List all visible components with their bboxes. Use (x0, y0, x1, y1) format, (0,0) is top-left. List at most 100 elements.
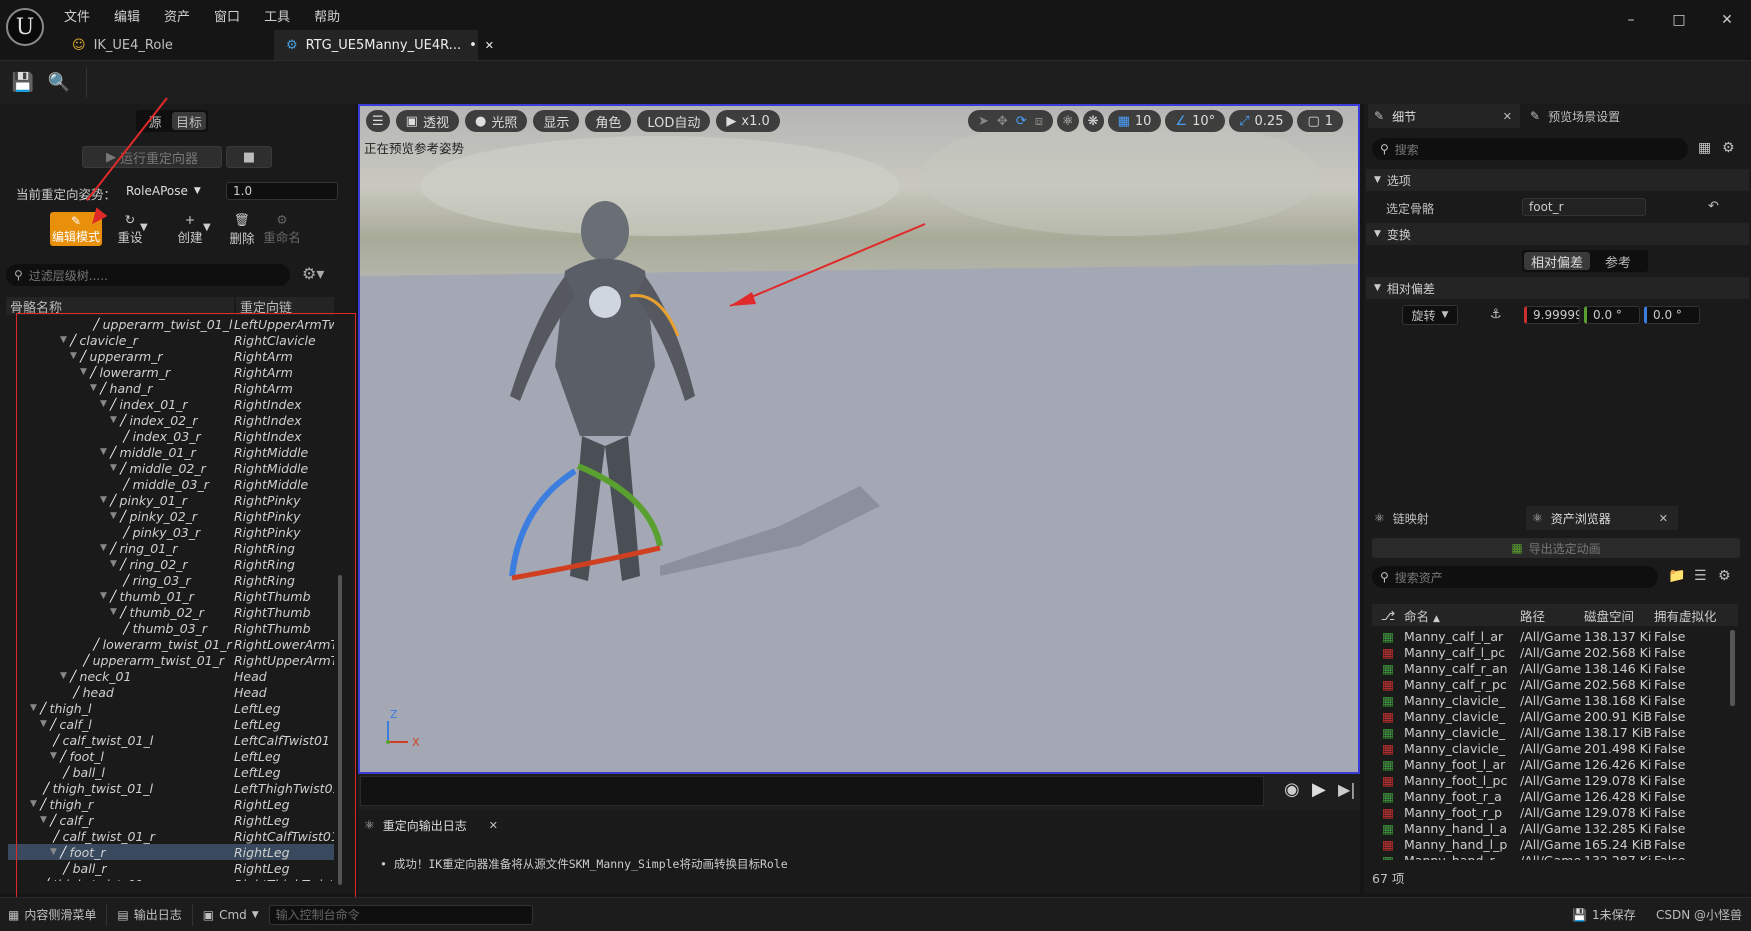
pivot-icon[interactable]: ⚓ (1490, 307, 1502, 322)
tab-retargeter[interactable]: ⚙ RTG_UE5Manny_UE4R... • ✕ (274, 30, 494, 60)
retarget-chain-cell[interactable]: RightPinky (234, 525, 301, 540)
retarget-chain-cell[interactable]: RightCalfTwist01 (234, 829, 334, 844)
show-button[interactable]: 显示 (533, 110, 580, 132)
rotate-icon[interactable]: ⟳ (1016, 114, 1027, 129)
retarget-chain-cell[interactable]: LeftLeg (234, 701, 281, 716)
bone-tree-row[interactable]: ▼ ╱ foot_l LeftLeg (8, 748, 334, 764)
gear-icon[interactable]: ⚙ (1718, 568, 1731, 584)
bone-tree-row[interactable]: ╱ middle_03_r RightMiddle (8, 476, 334, 492)
retarget-chain-cell[interactable]: RightArm (234, 365, 293, 380)
column-retarget-chain[interactable]: 重定向链 (236, 297, 334, 316)
expand-triangle-icon[interactable]: ▼ (110, 463, 117, 473)
section-options[interactable]: ▼ 选项 (1366, 169, 1749, 191)
retarget-chain-cell[interactable]: LeftCalfTwist01 (234, 733, 330, 748)
retarget-chain-cell[interactable]: RightMiddle (234, 477, 308, 492)
bone-tree-row[interactable]: ▼ ╱ lowerarm_r RightArm (8, 364, 334, 380)
viewport[interactable]: Z X 正在预览参考姿势 ☰ ▣ 透视 ● 光照 显示 角色 LOD自动 ▶ x1.0… (358, 104, 1360, 774)
rotation-y-field[interactable]: 0.0 ° (1584, 306, 1640, 324)
retarget-chain-cell[interactable]: Head (234, 685, 267, 700)
camera-speed-button[interactable]: ▢ 1 (1297, 110, 1344, 132)
character-button[interactable]: 角色 (585, 110, 632, 132)
details-search[interactable]: ⚲ 搜索 (1372, 138, 1688, 160)
save-icon[interactable]: 💾 (10, 70, 36, 96)
perspective-button[interactable]: ▣ 透视 (395, 110, 459, 132)
column-bone-name[interactable]: 骨骼名称 (6, 297, 234, 316)
expand-triangle-icon[interactable]: ▼ (100, 495, 107, 505)
content-drawer-button[interactable]: ▦ 内容侧滑菜单 (8, 898, 96, 931)
tree-scrollbar[interactable] (338, 575, 342, 885)
retarget-chain-cell[interactable]: LeftThighTwist01 (234, 781, 334, 796)
hierarchy-filter[interactable]: ⚲ 过滤层级树..... (6, 264, 290, 286)
lighting-button[interactable]: ● 光照 (464, 110, 528, 132)
expand-triangle-icon[interactable]: ▼ (100, 543, 107, 553)
timeline-track[interactable] (360, 776, 1264, 806)
folder-icon[interactable]: 📁 (1668, 568, 1685, 584)
expand-triangle-icon[interactable]: ▼ (100, 399, 107, 409)
retarget-chain-cell[interactable]: LeftLeg (234, 765, 281, 780)
close-tab-icon[interactable]: ✕ (1503, 110, 1512, 123)
step-forward-icon[interactable]: ▶| (1338, 780, 1356, 799)
asset-row[interactable]: ▦ Manny_hand_r_ /All/Game 132.287 Ki False (1372, 852, 1730, 861)
select-icon[interactable]: ➤ (978, 114, 989, 129)
bone-tree-row[interactable]: ▼ ╱ calf_l LeftLeg (8, 716, 334, 732)
retarget-chain-cell[interactable]: RightRing (234, 557, 295, 572)
retarget-chain-cell[interactable]: RightLeg (234, 845, 290, 860)
bone-tree-row[interactable]: ▼ ╱ ring_02_r RightRing (8, 556, 334, 572)
close-tab-icon[interactable]: ✕ (489, 819, 498, 832)
asset-row[interactable]: ▦ Manny_foot_l_pc/All/Game 129.078 Ki False (1372, 772, 1730, 788)
bone-tree-row[interactable]: ╱ head Head (8, 684, 334, 700)
tab-preview-settings[interactable]: ✎ 预览场景设置 (1530, 104, 1620, 128)
expand-triangle-icon[interactable]: ▼ (30, 703, 37, 713)
retarget-chain-cell[interactable]: RightArm (234, 349, 293, 364)
retarget-chain-cell[interactable]: RightMiddle (234, 445, 308, 460)
expand-triangle-icon[interactable]: ▼ (60, 335, 67, 345)
retarget-chain-cell[interactable]: RightIndex (234, 413, 302, 428)
retarget-chain-cell[interactable]: RightPinky (234, 493, 301, 508)
log-tab[interactable]: ⚛ 重定向输出日志 ✕ (364, 814, 498, 836)
asset-row[interactable]: ▦ Manny_hand_l_p/All/Game 165.24 KiB False (1372, 836, 1730, 852)
bone-tree-row[interactable]: ▼ ╱ thigh_l LeftLeg (8, 700, 334, 716)
tab-details[interactable]: ✎ 细节 ✕ (1368, 104, 1520, 128)
bone-tree-row[interactable]: ╱ ball_r RightLeg (8, 860, 334, 876)
delete-button[interactable]: 🗑 删除 (224, 212, 260, 247)
asset-row[interactable]: ▦ Manny_calf_r_an/All/Game 138.146 Ki False (1372, 660, 1730, 676)
expand-triangle-icon[interactable]: ▼ (70, 351, 77, 361)
retarget-chain-cell[interactable]: RightLeg (234, 861, 290, 876)
expand-triangle-icon[interactable]: ▼ (100, 591, 107, 601)
playback-speed-button[interactable]: ▶ x1.0 (716, 110, 780, 132)
retarget-chain-cell[interactable]: RightIndex (234, 397, 302, 412)
asset-row[interactable]: ▦ Manny_foot_r_a/All/Game 126.428 Ki False (1372, 788, 1730, 804)
surface-snap-icon[interactable]: ❋ (1082, 110, 1104, 132)
section-transform[interactable]: ▼ 变换 (1366, 223, 1749, 245)
expand-triangle-icon[interactable]: ▼ (110, 415, 117, 425)
retarget-chain-cell[interactable]: LeftLeg (234, 717, 281, 732)
asset-scrollbar[interactable] (1730, 630, 1735, 706)
bone-tree-row[interactable]: ╱ thigh_twist_01_l LeftThighTwist01 (8, 780, 334, 796)
scale-icon[interactable]: ⧈ (1035, 114, 1043, 129)
expand-triangle-icon[interactable]: ▼ (50, 847, 57, 857)
column-virtualized[interactable]: 拥有虚拟化 (1654, 606, 1738, 625)
bone-tree-row[interactable]: ▼ ╱ clavicle_r RightClavicle (8, 332, 334, 348)
expand-triangle-icon[interactable]: ▼ (90, 383, 97, 393)
gear-icon[interactable]: ⚙ (1722, 140, 1735, 156)
bone-tree-row[interactable]: ╱ pinky_03_r RightPinky (8, 524, 334, 540)
toggle-reference[interactable]: 参考 (1590, 252, 1646, 271)
tab-asset-browser[interactable]: ⚛ 资产浏览器 ✕ (1526, 506, 1678, 530)
retarget-chain-cell[interactable]: RightLowerArmTw (234, 637, 334, 652)
unreal-logo-icon[interactable]: U (6, 8, 44, 46)
asset-row[interactable]: ▦ Manny_foot_l_ar/All/Game 126.426 Ki False (1372, 756, 1730, 772)
bone-tree-row[interactable]: ╱lowerarm_twist_01_rRightLowerArmTw (8, 636, 334, 652)
run-retargeter-button[interactable]: ▶ 运行重定向器 (82, 146, 222, 168)
retarget-chain-cell[interactable]: RightThumb (234, 621, 311, 636)
retarget-chain-cell[interactable]: RightRing (234, 573, 295, 588)
table-view-icon[interactable]: ▦ (1698, 140, 1711, 156)
bone-tree-row[interactable]: ▼ ╱ thumb_02_r RightThumb (8, 604, 334, 620)
bone-tree-row[interactable]: ▼ ╱ pinky_02_r RightPinky (8, 508, 334, 524)
asset-search[interactable]: ⚲ 搜索资产 (1372, 566, 1658, 588)
bone-tree-row[interactable]: ╱ calf_twist_01_l LeftCalfTwist01 (8, 732, 334, 748)
rename-button[interactable]: ⚙ 重命名 (262, 212, 302, 246)
menu-help[interactable]: 帮助 (314, 6, 340, 25)
asset-row[interactable]: ▦ Manny_clavicle_ /All/Game 138.17 KiB False (1372, 724, 1730, 740)
retarget-chain-cell[interactable]: RightThighTwist0 (234, 877, 334, 882)
filter-icon[interactable]: ☰ (1694, 568, 1707, 584)
